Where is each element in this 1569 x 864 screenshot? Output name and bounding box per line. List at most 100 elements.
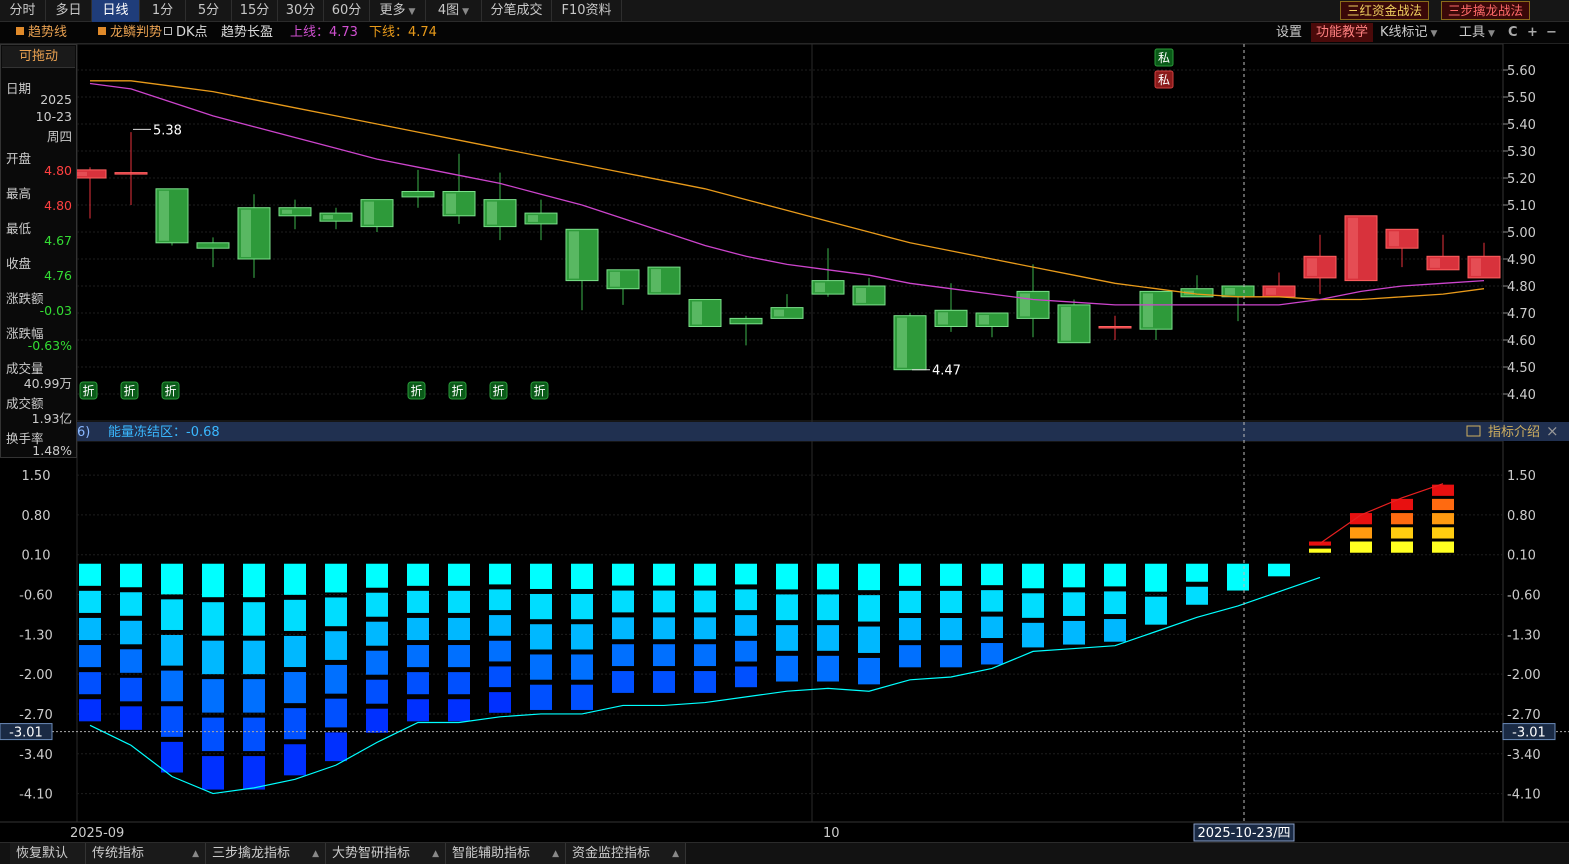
energy-bar-segment xyxy=(79,590,101,613)
stock-chart[interactable]: 5.384.47折折折折折折折私私 6) 能量冻结区：-0.68 指标介绍 × … xyxy=(0,0,1569,842)
indicator-header-number: 6) xyxy=(77,425,90,440)
indicator-tick-label-right: -2.70 xyxy=(1507,708,1541,723)
bottom-tab-0[interactable]: 恢复默认 xyxy=(10,843,86,864)
energy-bar-segment xyxy=(653,617,675,640)
bottom-tab-label: 三步擒龙指标 xyxy=(212,846,291,861)
bottom-tab-label: 传统指标 xyxy=(92,846,145,861)
price-tick-label: 4.80 xyxy=(1507,280,1536,295)
bottom-tab-1[interactable]: 传统指标 ▲ xyxy=(86,843,206,864)
close-value: 4.76 xyxy=(44,268,72,283)
candle-body[interactable] xyxy=(114,172,148,175)
caret-up-icon: ▲ xyxy=(192,849,199,859)
energy-bar-segment xyxy=(161,563,183,595)
trend-line-purple xyxy=(89,82,1485,306)
energy-bar-segment xyxy=(202,717,224,752)
energy-bar-segment xyxy=(981,563,1003,586)
cursor-date-label: 2025-10-23/四 xyxy=(1198,826,1291,841)
energy-bar-segment xyxy=(407,645,429,668)
bottom-tab-label: 大势智研指标 xyxy=(332,846,411,861)
energy-bar-segment xyxy=(325,664,347,694)
energy-bar-segment xyxy=(694,644,716,667)
current-value-label-left: -3.01 xyxy=(9,726,43,741)
energy-bar-segment xyxy=(653,671,675,693)
indicator-tick-label-left: -2.00 xyxy=(19,668,53,683)
energy-bar-segment xyxy=(284,599,306,631)
bottom-tab-4[interactable]: 智能辅助指标 ▲ xyxy=(446,843,566,864)
energy-bar-segment xyxy=(1104,563,1126,587)
energy-bar-segment xyxy=(1268,563,1290,577)
open-value: 4.80 xyxy=(44,163,72,178)
caret-up-icon: ▲ xyxy=(552,849,559,859)
energy-bar-segment xyxy=(407,699,429,722)
energy-bar-segment xyxy=(899,590,921,614)
candle-body[interactable] xyxy=(729,317,763,325)
candle-body[interactable] xyxy=(196,242,230,249)
caret-up-icon: ▲ xyxy=(312,849,319,859)
zhe-marker-label: 折 xyxy=(410,383,422,398)
energy-bar-segment xyxy=(366,679,388,704)
energy-bar-segment xyxy=(571,654,593,680)
energy-bar-segment xyxy=(858,563,880,591)
energy-bar-segment xyxy=(448,699,470,722)
energy-bar-segment xyxy=(1022,622,1044,648)
bottom-tab-5[interactable]: 资金监控指标 ▲ xyxy=(566,843,686,864)
energy-bar-segment xyxy=(694,563,716,586)
energy-bar-segment xyxy=(1432,527,1454,539)
energy-bar-segment xyxy=(407,672,429,695)
price-tick-label: 4.70 xyxy=(1507,307,1536,322)
energy-bar-segment xyxy=(530,563,552,589)
energy-bar-segment xyxy=(1145,563,1167,592)
energy-bar-segment xyxy=(571,563,593,589)
energy-bar-segment xyxy=(858,595,880,622)
energy-bar-segment xyxy=(1227,563,1249,591)
energy-bar-segment xyxy=(161,670,183,702)
amount-value: 1.93亿 xyxy=(31,411,72,426)
current-value-label-right: -3.01 xyxy=(1512,726,1546,741)
energy-bar-segment xyxy=(366,592,388,617)
energy-bar-segment xyxy=(735,563,757,585)
energy-bar-segment xyxy=(325,597,347,627)
energy-bar-segment xyxy=(571,684,593,710)
energy-bar-segment xyxy=(571,624,593,650)
energy-bar-segment xyxy=(407,563,429,586)
draggable-handle[interactable]: 可拖动 xyxy=(2,46,75,68)
price-tick-label: 4.60 xyxy=(1507,334,1536,349)
price-tick-label: 5.20 xyxy=(1507,172,1536,187)
energy-bar-segment xyxy=(940,618,962,641)
energy-bar-segment xyxy=(612,590,634,613)
zhe-marker-label: 折 xyxy=(123,383,135,398)
energy-bar-segment xyxy=(1145,596,1167,625)
energy-bar-segment xyxy=(530,624,552,650)
indicator-tick-label-right: -4.10 xyxy=(1507,788,1541,803)
indicator-tick-label-left: -0.60 xyxy=(19,589,53,604)
close-icon[interactable]: × xyxy=(1546,422,1559,440)
indicator-header-bar xyxy=(77,422,1503,441)
price-tick-label: 5.50 xyxy=(1507,91,1536,106)
energy-bar-segment xyxy=(448,563,470,586)
energy-bar-segment xyxy=(120,620,142,645)
energy-bar-segment xyxy=(161,599,183,630)
zhe-marker-label: 折 xyxy=(451,383,463,398)
caret-up-icon: ▲ xyxy=(432,849,439,859)
candle-body[interactable] xyxy=(1098,326,1132,329)
candle-body[interactable] xyxy=(401,191,435,198)
energy-bar-segment xyxy=(325,698,347,728)
energy-bar-segment xyxy=(940,645,962,668)
indicator-tick-label-right: 0.80 xyxy=(1507,509,1536,524)
energy-bar-segment xyxy=(981,616,1003,639)
energy-bar-segment xyxy=(1309,548,1331,553)
energy-bar-segment xyxy=(243,640,265,675)
indicator-tick-label-left: -3.40 xyxy=(19,748,53,763)
si-marker-label: 私 xyxy=(1158,73,1170,87)
energy-bar-segment xyxy=(489,692,511,713)
energy-line-red xyxy=(1319,483,1444,544)
energy-bar-segment xyxy=(366,621,388,646)
energy-bar-segment xyxy=(653,563,675,586)
bottom-tab-2[interactable]: 三步擒龙指标 ▲ xyxy=(206,843,326,864)
bottom-tab-3[interactable]: 大势智研指标 ▲ xyxy=(326,843,446,864)
energy-bar-segment xyxy=(571,593,593,620)
bottom-tab-label: 恢复默认 xyxy=(16,846,69,861)
energy-bar-segment xyxy=(899,618,921,641)
indicator-intro-button[interactable]: 指标介绍 xyxy=(1488,425,1540,440)
energy-bar-segment xyxy=(243,602,265,636)
